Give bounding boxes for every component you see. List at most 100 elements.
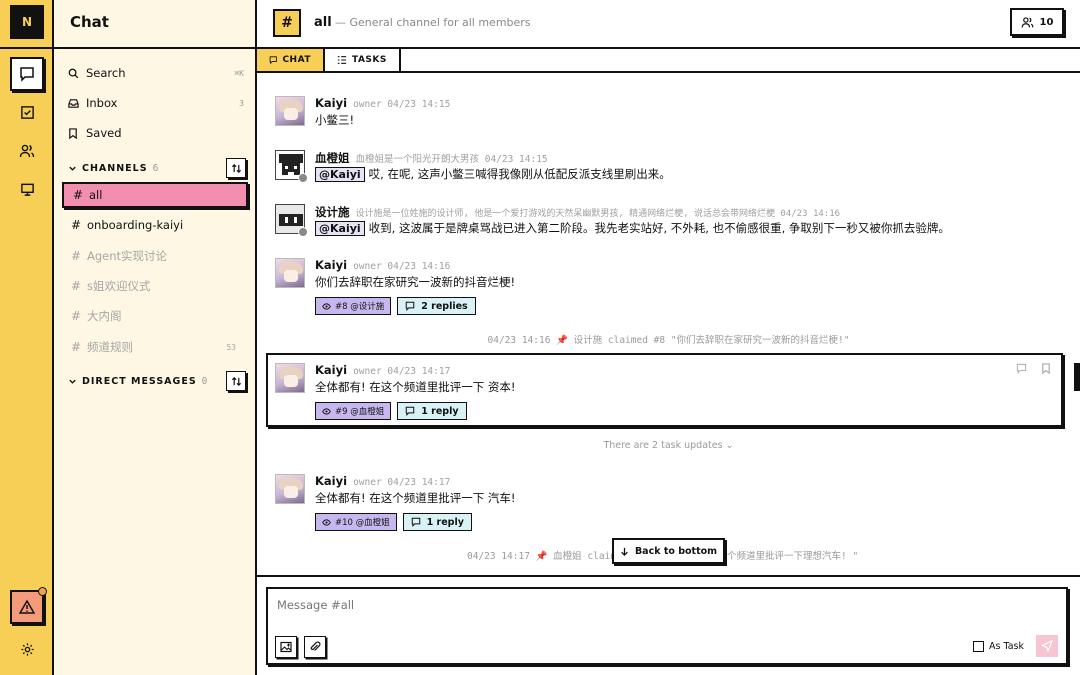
chat-icon (20, 67, 34, 82)
dm-section-header[interactable]: DIRECT MESSAGES 0 (68, 371, 246, 391)
sort-icon (231, 376, 241, 386)
as-task-toggle[interactable]: As Task (973, 641, 1024, 652)
avatar[interactable] (275, 204, 308, 237)
image-icon (280, 641, 292, 653)
replies-chip[interactable]: 2 replies (397, 297, 476, 315)
replies-label: 1 reply (426, 516, 464, 528)
channel-sidebar: Chat Search ⌘K Inbox 3 Saved CHANNELS 6 … (54, 0, 257, 675)
avatar[interactable] (275, 150, 308, 183)
arrow-down-icon (621, 547, 628, 556)
sidebar-item-saved[interactable]: Saved (68, 122, 244, 144)
channel-hash-icon: # (273, 9, 301, 37)
message-author[interactable]: Kaiyi (315, 474, 347, 488)
status-dot (298, 173, 308, 183)
back-to-bottom-button[interactable]: Back to bottom (612, 538, 725, 564)
send-icon (1041, 640, 1053, 652)
members-icon (19, 144, 35, 158)
attach-image-button[interactable] (275, 636, 297, 658)
send-button[interactable] (1036, 635, 1058, 657)
message-author[interactable]: 血橙姐 (315, 150, 350, 166)
channel-item[interactable]: # onboarding-kaiyi (62, 212, 248, 238)
sidebar-item-search[interactable]: Search ⌘K (68, 62, 244, 84)
channel-item[interactable]: # 频道规则 53 (62, 334, 248, 360)
eye-icon (322, 518, 331, 526)
avatar[interactable] (275, 258, 305, 288)
message-author[interactable]: Kaiyi (315, 96, 347, 110)
scrollbar-thumb[interactable] (1074, 363, 1080, 391)
chat-main: # all — General channel for all members … (257, 0, 1080, 675)
chat-icon (405, 406, 415, 416)
sort-dm-button[interactable] (226, 371, 246, 391)
task-chip[interactable]: #9 @血橙姐 (315, 402, 392, 420)
task-chip[interactable]: #10 @血橙姐 (315, 513, 397, 531)
channel-item[interactable]: # s姐欢迎仪式 (62, 273, 248, 299)
message-meta: 设计施是一位姓施的设计师, 他是一个爱打游戏的天然呆幽默男孩, 精通网络烂梗, … (355, 209, 841, 219)
message-text: 全体都有! 在这个频道里批评一下 资本! (315, 380, 516, 394)
members-button[interactable]: 10 (1010, 8, 1064, 36)
avatar[interactable] (275, 474, 305, 504)
message-author[interactable]: 设计施 (315, 204, 350, 220)
app-logo[interactable]: N (10, 5, 44, 39)
system-claim-notice: 04/23 14:17 📌 血橙姐 clain (467, 551, 616, 562)
message-list[interactable]: Kaiyi owner 04/23 14:15 小鳖三! 血橙姐 血橙姐是一个阳光开… (257, 73, 1080, 575)
sidebar-item-label: Search (86, 66, 126, 80)
reply-icon[interactable] (1016, 363, 1027, 374)
message-input[interactable] (277, 598, 877, 612)
sidebar-item-inbox[interactable]: Inbox 3 (68, 92, 244, 114)
eye-icon (322, 407, 331, 415)
message-author[interactable]: Kaiyi (315, 363, 347, 377)
chevron-down-icon (69, 166, 76, 171)
bookmark-icon[interactable] (1041, 363, 1051, 374)
hash-icon: # (73, 188, 84, 202)
channel-name: all (89, 188, 103, 202)
replies-chip[interactable]: 1 reply (402, 513, 472, 531)
rail-members-button[interactable] (10, 134, 44, 168)
rail-alert-button[interactable] (10, 587, 47, 624)
message-meta: owner 04/23 14:17 (353, 366, 451, 377)
message-author[interactable]: Kaiyi (315, 258, 347, 272)
as-task-checkbox[interactable] (973, 641, 985, 652)
channels-label: CHANNELS (82, 162, 148, 174)
task-chip[interactable]: #8 @设计施 (315, 297, 392, 315)
tasks-icon (20, 105, 34, 119)
channel-item[interactable]: # all (62, 182, 248, 208)
warning-icon (19, 599, 35, 614)
replies-chip[interactable]: 1 reply (397, 402, 467, 420)
channel-name: onboarding-kaiyi (87, 218, 184, 232)
channels-section-header[interactable]: CHANNELS 6 (68, 158, 246, 178)
hash-icon: # (71, 340, 82, 354)
channel-item[interactable]: # Agent实现讨论 (62, 243, 248, 269)
channel-item[interactable]: # 大内阁 (62, 303, 248, 329)
hash-icon: # (71, 218, 82, 232)
rail-monitor-button[interactable] (10, 172, 44, 206)
sidebar-item-label: Inbox (86, 96, 118, 110)
gear-icon (20, 642, 34, 656)
status-dot (298, 227, 308, 237)
composer-area: As Task (257, 575, 1080, 675)
user-mention[interactable]: @Kaiyi (315, 220, 365, 236)
tab-chat[interactable]: CHAT (257, 49, 325, 71)
search-shortcut: ⌘K (234, 68, 244, 78)
rail-tasks-button[interactable] (10, 95, 44, 129)
hash-icon: # (71, 309, 82, 323)
task-chip-label: #8 @设计施 (335, 302, 385, 312)
as-task-label: As Task (989, 641, 1024, 652)
inbox-count: 3 (239, 98, 244, 108)
user-mention[interactable]: @Kaiyi (315, 166, 365, 182)
task-updates-toggle[interactable]: There are 2 task updates ⌄ (257, 440, 1080, 451)
attach-file-button[interactable] (304, 636, 326, 658)
avatar[interactable] (275, 363, 305, 393)
message-meta: owner 04/23 14:17 (353, 477, 451, 488)
message-text: 全体都有! 在这个频道里批评一下 汽车! (315, 491, 516, 505)
rail-chat-button[interactable] (10, 57, 44, 91)
avatar[interactable] (275, 96, 305, 126)
sidebar-title: Chat (70, 13, 109, 31)
sort-icon (231, 163, 241, 173)
message-composer: As Task (266, 587, 1068, 665)
tab-tasks[interactable]: TASKS (325, 49, 401, 71)
rail-settings-button[interactable] (10, 632, 44, 666)
back-to-bottom-label: Back to bottom (634, 545, 718, 557)
sort-channels-button[interactable] (226, 158, 246, 178)
sidebar-divider (54, 47, 255, 49)
sidebar-item-label: Saved (86, 126, 122, 140)
